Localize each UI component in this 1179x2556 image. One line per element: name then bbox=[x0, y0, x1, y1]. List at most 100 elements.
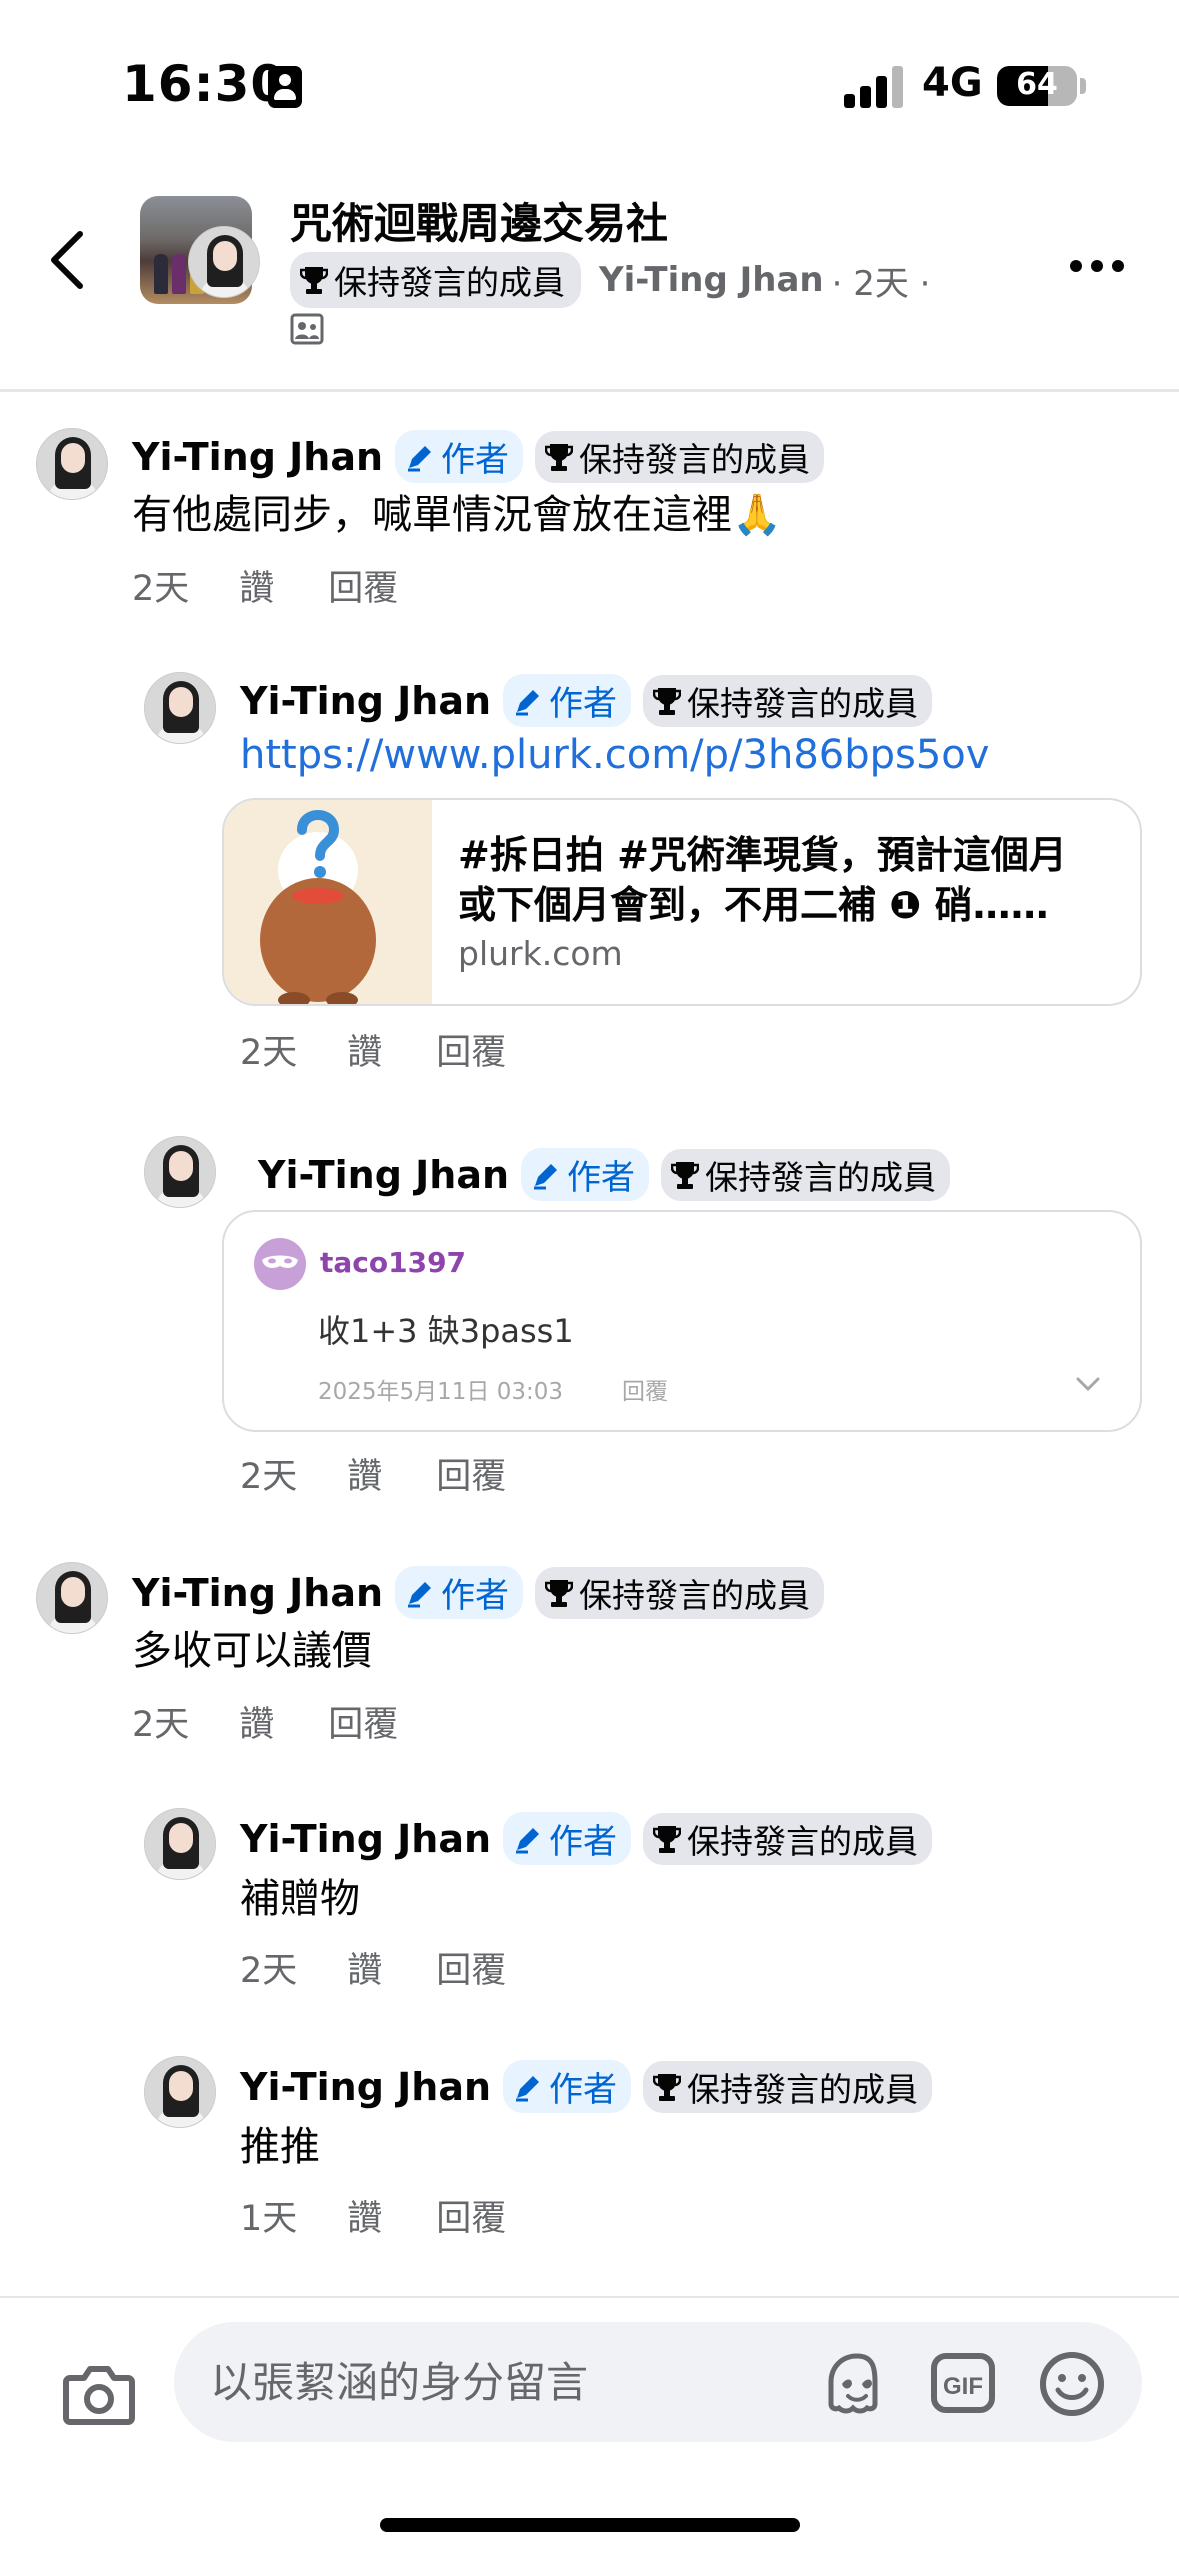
author-badge-label: 作者 bbox=[567, 1158, 636, 1198]
link-preview-card[interactable]: #拆日拍 #咒術準現貨，預計這個月 或下個月會到，不用二補 ❶ 硝…… plur… bbox=[222, 798, 1142, 1006]
status-bar: 16:30 4G 64 bbox=[0, 0, 1179, 150]
post-meta: 保持發言的成員 Yi-Ting Jhan · 2天 · bbox=[290, 252, 931, 308]
comment-actions: 2天 讚 回覆 bbox=[240, 1024, 506, 1075]
author-badge-label: 作者 bbox=[441, 440, 510, 480]
camera-icon[interactable] bbox=[62, 2362, 136, 2428]
author-badge: 作者 bbox=[395, 430, 524, 483]
comment-text: 有他處同步，喊單情況會放在這裡🙏 bbox=[132, 492, 782, 538]
author-badge-label: 作者 bbox=[549, 1822, 618, 1862]
comment-composer: GIF bbox=[0, 2296, 1179, 2556]
svg-text:GIF: GIF bbox=[943, 2373, 983, 2400]
status-time: 16:30 bbox=[122, 55, 287, 113]
author-badge: 作者 bbox=[503, 674, 632, 727]
member-badge: 保持發言的成員 bbox=[643, 674, 933, 727]
group-title[interactable]: 咒術迴戰周邊交易社 bbox=[290, 190, 668, 251]
author-badge-label: 作者 bbox=[549, 684, 618, 724]
group-members-icon bbox=[290, 313, 324, 345]
comment-text: 多收可以議價 bbox=[132, 1628, 372, 1674]
trophy-icon bbox=[545, 1579, 574, 1607]
link-preview-domain: plurk.com bbox=[458, 934, 623, 973]
comment-link[interactable]: https://www.plurk.com/p/3h86bps5ov bbox=[240, 732, 989, 778]
commenter-name[interactable]: Yi-Ting Jhan bbox=[132, 435, 383, 479]
commenter-name[interactable]: Yi-Ting Jhan bbox=[132, 1571, 383, 1615]
comment-time: 1天 bbox=[240, 2199, 298, 2239]
comment-time: 2天 bbox=[240, 1033, 298, 1073]
comment-actions: 1天 讚 回覆 bbox=[240, 2190, 506, 2241]
like-button[interactable]: 讚 bbox=[347, 1024, 382, 1075]
more-options-button[interactable] bbox=[1070, 248, 1140, 284]
home-indicator bbox=[380, 2518, 800, 2532]
quoted-date: 2025年5月11日 03:03 bbox=[318, 1379, 564, 1405]
comment-time: 2天 bbox=[132, 1705, 190, 1745]
avatar[interactable] bbox=[144, 1808, 216, 1880]
like-button[interactable]: 讚 bbox=[347, 1448, 382, 1499]
member-badge: 保持發言的成員 bbox=[643, 2060, 933, 2113]
link-title-line: #拆日拍 #咒術準現貨，預計這個月 bbox=[458, 833, 1067, 877]
comment-time: 2天 bbox=[240, 1457, 298, 1497]
trophy-icon bbox=[653, 2073, 682, 2101]
member-badge: 保持發言的成員 bbox=[290, 252, 581, 308]
comment-text: 補贈物 bbox=[240, 1876, 360, 1922]
commenter-name[interactable]: Yi-Ting Jhan bbox=[240, 679, 491, 723]
post-header: 咒術迴戰周邊交易社 保持發言的成員 Yi-Ting Jhan · 2天 · bbox=[0, 160, 1179, 392]
reply-button[interactable]: 回覆 bbox=[436, 1448, 506, 1499]
avatar[interactable] bbox=[36, 428, 108, 500]
network-type: 4G bbox=[922, 60, 983, 106]
reply-button[interactable]: 回覆 bbox=[436, 2190, 506, 2241]
gif-icon[interactable]: GIF bbox=[930, 2352, 996, 2414]
member-badge-label: 保持發言的成員 bbox=[687, 1821, 919, 1861]
comment-time: 2天 bbox=[240, 1951, 298, 1991]
member-badge: 保持發言的成員 bbox=[643, 1812, 933, 1865]
comment-header: Yi-Ting Jhan 作者 保持發言的成員 bbox=[132, 1566, 825, 1619]
quoted-plurk-card[interactable]: taco1397 收1+3 缺3pass1 2025年5月11日 03:03 回… bbox=[222, 1210, 1142, 1432]
pencil-icon bbox=[408, 445, 432, 471]
avatar-sticker-icon[interactable] bbox=[822, 2350, 892, 2416]
post-time: · 2天 · bbox=[831, 263, 931, 304]
like-button[interactable]: 讚 bbox=[347, 2190, 382, 2241]
chevron-left-icon bbox=[51, 231, 83, 289]
author-badge: 作者 bbox=[503, 1812, 632, 1865]
plurk-mascot-image bbox=[224, 800, 432, 1004]
back-button[interactable] bbox=[40, 220, 100, 300]
member-badge-label: 保持發言的成員 bbox=[687, 683, 919, 723]
reply-button[interactable]: 回覆 bbox=[436, 1942, 506, 1993]
avatar[interactable] bbox=[144, 1136, 216, 1208]
member-badge-label: 保持發言的成員 bbox=[579, 439, 811, 479]
mask-avatar-icon bbox=[254, 1238, 306, 1290]
pencil-icon bbox=[534, 1163, 558, 1189]
author-badge: 作者 bbox=[395, 1566, 524, 1619]
trophy-icon bbox=[653, 1825, 682, 1853]
comment-header: Yi-Ting Jhan 作者 保持發言的成員 bbox=[240, 674, 933, 727]
reply-button[interactable]: 回覆 bbox=[328, 1696, 398, 1747]
link-title-line: 或下個月會到，不用二補 ❶ 硝…… bbox=[458, 883, 1049, 927]
avatar[interactable] bbox=[188, 226, 260, 298]
comment-input[interactable] bbox=[174, 2322, 1142, 2442]
comment-actions: 2天 讚 回覆 bbox=[132, 560, 398, 611]
pencil-icon bbox=[516, 689, 540, 715]
link-preview-title: #拆日拍 #咒術準現貨，預計這個月 或下個月會到，不用二補 ❶ 硝…… bbox=[458, 830, 1128, 930]
comment-header: Yi-Ting Jhan 作者 保持發言的成員 bbox=[240, 2060, 933, 2113]
avatar[interactable] bbox=[144, 672, 216, 744]
post-author[interactable]: Yi-Ting Jhan bbox=[599, 260, 824, 300]
member-badge: 保持發言的成員 bbox=[661, 1148, 951, 1201]
chevron-down-icon bbox=[1076, 1377, 1100, 1392]
pencil-icon bbox=[516, 2075, 540, 2101]
reply-button[interactable]: 回覆 bbox=[328, 560, 398, 611]
member-badge: 保持發言的成員 bbox=[535, 1566, 825, 1619]
reply-button[interactable]: 回覆 bbox=[436, 1024, 506, 1075]
quoted-text: 收1+3 缺3pass1 bbox=[318, 1312, 574, 1350]
like-button[interactable]: 讚 bbox=[239, 1696, 274, 1747]
commenter-name[interactable]: Yi-Ting Jhan bbox=[240, 1817, 491, 1861]
avatar[interactable] bbox=[36, 1562, 108, 1634]
avatar[interactable] bbox=[144, 2056, 216, 2128]
emoji-icon[interactable] bbox=[1038, 2350, 1106, 2418]
commenter-name[interactable]: Yi-Ting Jhan bbox=[258, 1153, 509, 1197]
commenter-name[interactable]: Yi-Ting Jhan bbox=[240, 2065, 491, 2109]
like-button[interactable]: 讚 bbox=[239, 560, 274, 611]
like-button[interactable]: 讚 bbox=[347, 1942, 382, 1993]
comment-header: Yi-Ting Jhan 作者 保持發言的成員 bbox=[240, 1812, 933, 1865]
trophy-icon bbox=[653, 687, 682, 715]
author-badge: 作者 bbox=[503, 2060, 632, 2113]
pencil-icon bbox=[516, 1827, 540, 1853]
author-badge-label: 作者 bbox=[441, 1576, 510, 1616]
